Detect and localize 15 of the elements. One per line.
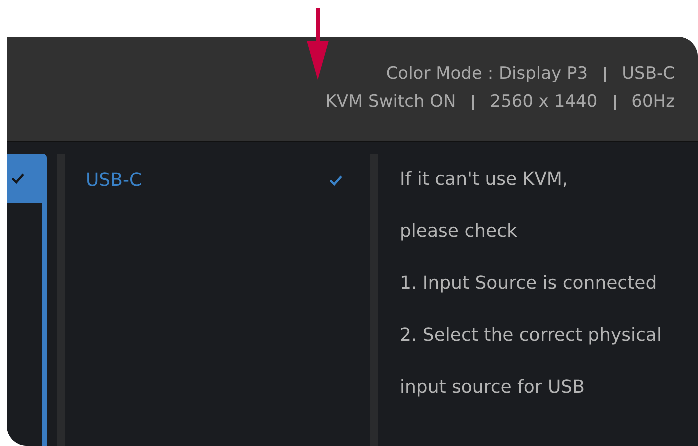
status-text: 2560 x 1440 (490, 92, 598, 112)
help-text: If it can't use KVM, (400, 168, 570, 192)
status-text: USB-C (622, 64, 675, 84)
menu-tab[interactable] (7, 154, 47, 203)
status-text: Color Mode : Display P3 (386, 64, 588, 84)
help-text: please check (400, 220, 518, 244)
check-icon (329, 174, 343, 186)
status-text: KVM Switch ON (326, 92, 456, 112)
help-text: 1. Input Source is connected (400, 272, 658, 296)
status-text: 60Hz (632, 92, 675, 112)
help-text: input source for USB (400, 376, 586, 400)
source-option[interactable]: USB-C (65, 154, 370, 206)
check-icon (11, 173, 25, 184)
arrow-annotation (307, 8, 329, 80)
help-text: 2. Select the correct physical (400, 324, 662, 348)
